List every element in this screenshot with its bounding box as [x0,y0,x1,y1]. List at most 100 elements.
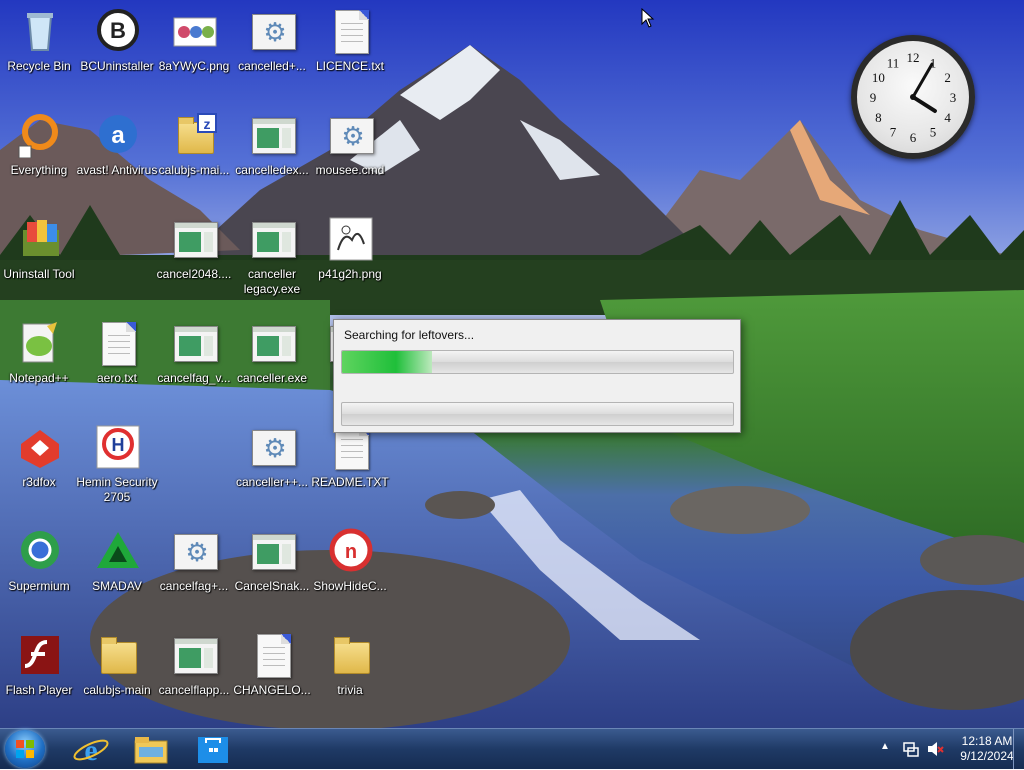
gear-config-icon: ⚙ [250,8,296,54]
clock-numeral: 9 [870,90,877,105]
mouse-cursor-icon [641,7,655,31]
desktop-icon-p41g2h-png[interactable]: p41g2h.png [308,210,392,306]
desktop-icon-bcuninstaller[interactable]: B BCUninstaller [75,2,159,98]
r3dfox-icon [17,424,63,470]
folder-icon [95,632,141,678]
desktop-icon-uninstall-tool[interactable]: Uninstall Tool [0,210,81,306]
desktop-icon-cancelsnak[interactable]: CancelSnak... [230,522,314,618]
taskbar-date: 9/12/2024 [960,749,1014,763]
desktop-icon-smadav[interactable]: SMADAV [75,522,159,618]
svg-text:B: B [110,18,126,43]
supermium-icon [17,528,63,574]
clock-numeral: 11 [887,55,900,70]
clock-face: 12 1234567891011 [870,50,957,145]
desktop-icon-cancel2048[interactable]: cancel2048.... [152,210,236,306]
desktop-icon-licence-txt[interactable]: LICENCE.txt [308,2,392,98]
taskbar-file-explorer[interactable] [128,731,174,767]
primary-progress-fill [342,351,432,373]
gear-config-icon: ⚙ [172,528,218,574]
secondary-progress-bar [341,402,734,426]
desktop-icon-canceller-exe[interactable]: canceller.exe [230,314,314,410]
gear-config-icon: ⚙ [250,424,296,470]
hemin-security-icon: H [95,424,141,470]
taskbar-time: 12:18 AM [961,734,1013,748]
show-desktop-button[interactable] [1013,729,1024,769]
desktop-icon-cancelled-plus[interactable]: ⚙ cancelled+... [230,2,314,98]
file-explorer-icon [134,737,168,764]
clock-center-pin [910,94,916,100]
windows-store-icon [198,737,228,763]
everything-search-icon [17,112,63,159]
system-tray: ▲ 12:18 AM 9/12/2024 [864,729,1024,769]
bcuninstaller-icon: B [95,8,141,54]
desktop-icon-showhidec[interactable]: n ShowHideC... [308,522,392,618]
exe-window-icon [250,216,296,262]
clock-numeral: 6 [910,130,917,145]
desktop-icon-flash-player[interactable]: Flash Player [0,626,81,722]
svg-text:n: n [345,541,357,563]
flash-player-icon [17,632,63,678]
desktop-icon-mousee-cmd[interactable]: ⚙ mousee.cmd [308,106,392,202]
desktop-icon-notepadpp[interactable]: Notepad++ [0,314,81,410]
desktop-icon-r3dfox[interactable]: r3dfox [0,418,81,514]
desktop-icon-8aywyc-png[interactable]: 8aYWyC.png [152,2,236,98]
dialog-status-text: Searching for leftovers... [344,328,475,342]
desktop-icon-canceller-legacy[interactable]: canceller legacy.exe [230,210,314,306]
recycle-bin-icon [17,8,63,54]
text-file-icon [95,320,141,366]
exe-window-icon [172,320,218,366]
png-image-icon [328,216,374,262]
desktop-icon-hemin-security[interactable]: H Hemin Security 2705 [75,418,159,514]
png-image-icon [172,8,218,54]
clock-numeral: 4 [944,110,951,125]
leftover-search-dialog: Searching for leftovers... [333,319,741,433]
taskbar-windows-store[interactable] [190,731,236,767]
desktop-icon-calubjs-mai-zip[interactable]: z calubjs-mai... [152,106,236,202]
desktop-icon-recycle-bin[interactable]: Recycle Bin [0,2,81,98]
desktop-icon-cancelflapp[interactable]: cancelflapp... [152,626,236,722]
show-hidden-icons-icon[interactable]: ▲ [880,741,890,752]
svg-text:z: z [204,116,211,132]
desktop-icon-aero-txt[interactable]: aero.txt [75,314,159,410]
clock-numeral: 7 [890,125,897,140]
clock-minute-hand [911,62,934,99]
taskbar-clock[interactable]: 12:18 AM 9/12/2024 [954,734,1020,764]
desktop-icon-supermium[interactable]: Supermium [0,522,81,618]
taskbar: e ▲ 12:18 AM 9/12/2024 [0,728,1024,769]
clock-numeral: 8 [875,110,882,125]
desktop-icon-cancelfag-v[interactable]: cancelfag_v... [152,314,236,410]
zip-archive-icon: z [172,112,218,158]
taskbar-internet-explorer[interactable]: e [68,731,114,767]
desktop-icon-trivia-folder[interactable]: trivia [308,626,392,722]
start-button[interactable] [5,730,45,768]
text-file-icon [250,632,296,678]
text-file-icon [328,8,374,54]
clock-numeral: 3 [950,90,957,105]
svg-text:H: H [112,435,125,455]
exe-window-icon [172,216,218,262]
desktop-icon-avast[interactable]: a avast! Antivirus [75,106,159,202]
primary-progress-bar [341,350,734,374]
clock-numeral: 2 [944,70,951,85]
desktop-icon-calubjs-main-folder[interactable]: calubjs-main [75,626,159,722]
folder-icon [328,632,374,678]
gear-config-icon: ⚙ [328,112,374,158]
desktop-icon-everything[interactable]: Everything [0,106,81,202]
exe-window-icon [172,632,218,678]
avast-icon: a [95,112,141,158]
desktop-icon-cancelledex[interactable]: cancelledex... [230,106,314,202]
exe-window-icon [250,320,296,366]
exe-window-icon [250,528,296,574]
desktop-icon-canceller-plusplus[interactable]: ⚙ canceller++... [230,418,314,514]
clock-gadget[interactable]: 12 1 2 3 4 5 6 7 8 9 10 11 [851,35,975,159]
showhide-icon: n [328,528,374,574]
svg-text:a: a [111,122,125,149]
volume-muted-icon[interactable] [926,740,944,758]
clock-hour-hand [911,95,937,113]
network-icon[interactable] [902,740,920,758]
desktop-icon-cancelfag-plus[interactable]: ⚙ cancelfag+... [152,522,236,618]
desktop-icon-changelog[interactable]: CHANGELO... [230,626,314,722]
smadav-icon [95,528,141,574]
start-orb-icon [16,740,34,758]
uninstall-tool-icon [17,216,63,262]
